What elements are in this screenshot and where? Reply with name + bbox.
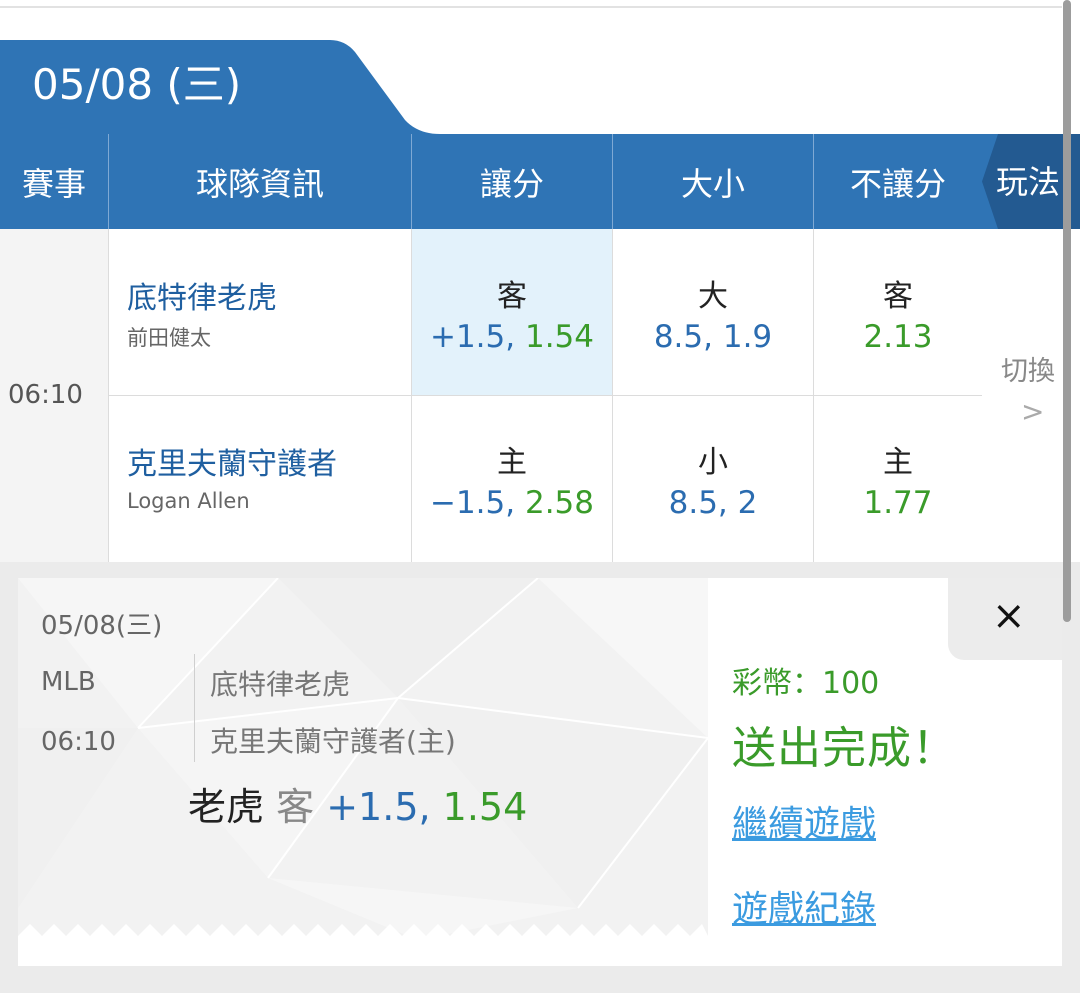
chevron-right-icon[interactable]: > bbox=[1021, 395, 1044, 428]
switch-label[interactable]: 切換 bbox=[1001, 349, 1055, 388]
date-label: 05/08 (三) bbox=[32, 60, 242, 109]
handicap-odds: 1.54 bbox=[524, 319, 595, 355]
home-ml-odds[interactable]: 1.77 bbox=[814, 485, 982, 521]
bet-confirmation-screen: 05/08 (三) 賽事 球隊資訊 讓分 大小 不讓分 玩法 06:10 底特律… bbox=[0, 0, 1080, 993]
home-handicap-odds[interactable]: −1.5, 2.58 bbox=[412, 485, 612, 521]
ticket-team-home: 克里夫蘭守護者(主) bbox=[210, 725, 456, 758]
ticket-zigzag-edge bbox=[18, 924, 708, 942]
header-over-under: 大小 bbox=[613, 134, 813, 229]
ou-line: 8.5, bbox=[653, 319, 713, 355]
ticket-divider bbox=[194, 654, 195, 762]
away-ou-label: 大 bbox=[698, 279, 728, 314]
header-team-info: 球隊資訊 bbox=[109, 134, 411, 229]
away-ml-odds[interactable]: 2.13 bbox=[814, 319, 982, 355]
home-ml-label: 主 bbox=[883, 445, 913, 480]
header-event: 賽事 bbox=[0, 134, 108, 229]
scrollbar[interactable] bbox=[1063, 0, 1071, 622]
handicap-odds: 2.58 bbox=[524, 485, 595, 521]
bet-odds-value: 1.54 bbox=[442, 785, 528, 829]
ticket-bet-summary: 老虎 客 +1.5, 1.54 bbox=[188, 782, 527, 832]
game-time: 06:10 bbox=[8, 380, 83, 410]
home-team-name: 克里夫蘭守護者 bbox=[127, 447, 337, 482]
ticket-league: MLB bbox=[41, 667, 96, 697]
ou-odds: 1.9 bbox=[722, 319, 773, 355]
header-moneyline: 不讓分 bbox=[814, 134, 982, 229]
success-message: 送出完成！ bbox=[732, 723, 957, 774]
away-pitcher: 前田健太 bbox=[127, 326, 211, 350]
ticket-team-away: 底特律老虎 bbox=[210, 668, 351, 701]
home-handicap-label: 主 bbox=[497, 445, 527, 480]
ou-odds: 2 bbox=[737, 485, 758, 521]
game-history-link[interactable]: 遊戲紀錄 bbox=[732, 880, 876, 932]
ou-line: 8.5, bbox=[668, 485, 728, 521]
header-handicap: 讓分 bbox=[412, 134, 612, 229]
ticket-date: 05/08(三) bbox=[41, 611, 163, 641]
continue-game-link[interactable]: 繼續遊戲 bbox=[732, 795, 876, 847]
away-team-name: 底特律老虎 bbox=[127, 281, 277, 316]
bet-line-value: +1.5, bbox=[326, 785, 431, 829]
handicap-line: +1.5, bbox=[429, 319, 516, 355]
close-icon[interactable]: × bbox=[992, 592, 1026, 640]
home-pitcher: Logan Allen bbox=[127, 489, 250, 513]
ticket-time: 06:10 bbox=[41, 727, 116, 757]
top-divider bbox=[0, 6, 1062, 8]
header-play[interactable]: 玩法 bbox=[996, 160, 1060, 204]
away-handicap-label: 客 bbox=[497, 279, 527, 314]
away-handicap-odds[interactable]: +1.5, 1.54 bbox=[412, 319, 612, 355]
away-ou-odds[interactable]: 8.5, 1.9 bbox=[613, 319, 813, 355]
grid-line bbox=[109, 395, 982, 396]
bet-team: 老虎 bbox=[188, 785, 265, 829]
home-ou-label: 小 bbox=[698, 445, 728, 480]
bet-side: 客 bbox=[276, 785, 315, 829]
away-ml-label: 客 bbox=[883, 279, 913, 314]
coins-balance: 彩幣：100 bbox=[732, 666, 880, 701]
home-ou-odds[interactable]: 8.5, 2 bbox=[613, 485, 813, 521]
handicap-line: −1.5, bbox=[429, 485, 516, 521]
